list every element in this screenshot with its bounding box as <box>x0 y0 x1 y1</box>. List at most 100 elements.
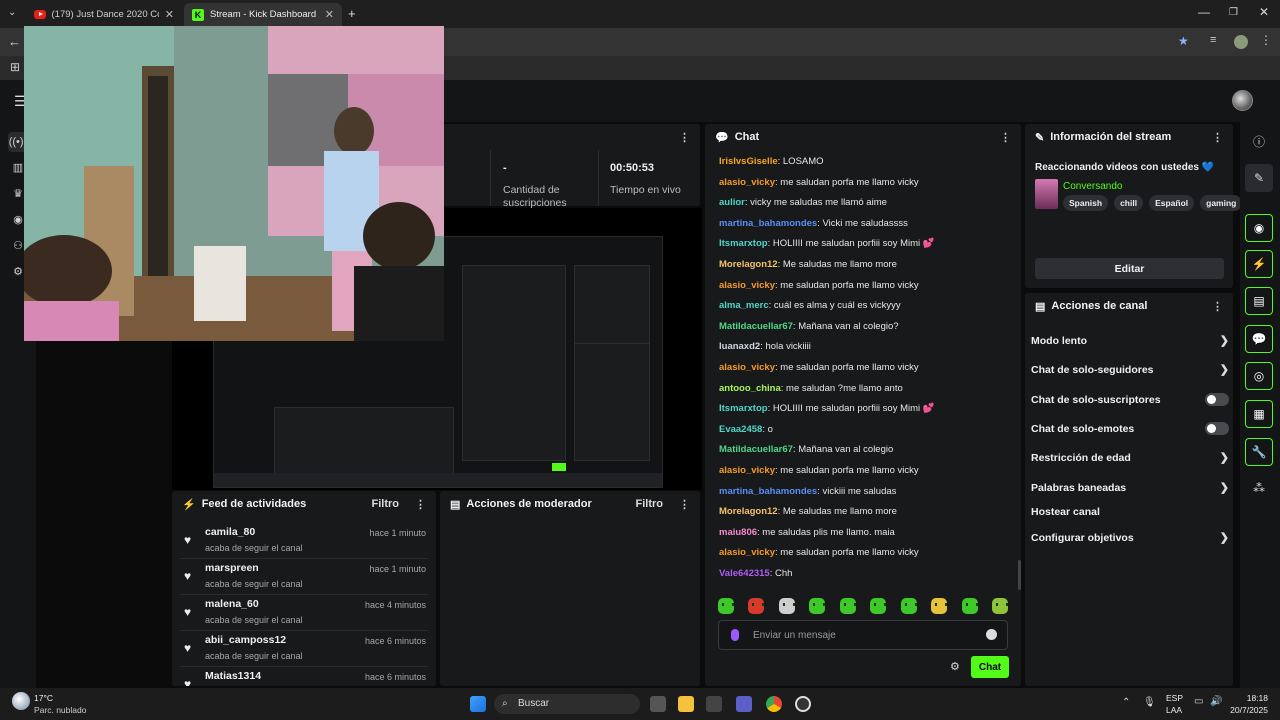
chat-username[interactable]: alma_merc <box>719 300 769 311</box>
subscribers-only-toggle[interactable] <box>1205 393 1229 406</box>
chat-username[interactable]: Matildacuellar67 <box>719 444 793 455</box>
emote-icon[interactable] <box>839 598 856 614</box>
feed-user[interactable]: abii_camposs12 <box>205 634 286 646</box>
emote-icon[interactable] <box>809 598 826 614</box>
layout-icon[interactable]: ▦ <box>1245 400 1273 428</box>
mic-icon[interactable] <box>731 629 739 641</box>
minimize-icon[interactable]: — <box>1198 5 1210 19</box>
feed-user[interactable]: camila_80 <box>205 526 255 538</box>
edit-button[interactable]: Editar <box>1035 258 1224 279</box>
feed-user[interactable]: malena_60 <box>205 598 259 610</box>
teams-icon[interactable] <box>736 696 752 712</box>
emote-icon[interactable] <box>991 598 1008 614</box>
info-icon[interactable]: ⓘ <box>1245 127 1273 155</box>
chat-username[interactable]: Morelagon12 <box>719 506 778 517</box>
tag[interactable]: Español <box>1149 195 1195 211</box>
emote-icon[interactable] <box>778 598 795 614</box>
slow-mode-row[interactable]: Modo lento ❯ <box>1031 334 1229 348</box>
camera-icon[interactable]: ◉ <box>1245 214 1273 242</box>
chat-scrollbar[interactable] <box>1018 560 1021 590</box>
tag[interactable]: gaming <box>1200 195 1243 211</box>
taskbar-search[interactable]: ⌕ Buscar <box>494 694 640 714</box>
store-icon[interactable] <box>706 696 722 712</box>
chat-username[interactable]: Evaa2458 <box>719 424 762 435</box>
chat-username[interactable]: alasio_vicky <box>719 547 775 558</box>
stats-menu-icon[interactable]: ⋮ <box>679 131 690 144</box>
close-tab-icon[interactable]: ✕ <box>325 8 334 21</box>
tag[interactable]: chill <box>1114 195 1144 211</box>
emote-icon[interactable] <box>718 598 734 614</box>
language[interactable]: ESP <box>1166 693 1183 703</box>
chat-username[interactable]: martina_bahamondes <box>719 486 817 497</box>
chat-username[interactable]: Morelagon12 <box>719 259 778 270</box>
new-tab-button[interactable]: + <box>348 6 356 21</box>
emoji-icon[interactable] <box>986 629 997 640</box>
file-explorer-icon[interactable] <box>678 696 694 712</box>
chat-username[interactable]: alasio_vicky <box>719 362 775 373</box>
media-controls-icon[interactable]: ≡ <box>1210 34 1216 46</box>
pencil-icon[interactable]: ✎ <box>1245 164 1273 192</box>
lightning-icon[interactable]: ⚡ <box>1245 250 1273 278</box>
chat-username[interactable]: IrisIvsGiselle <box>719 156 778 167</box>
moderator-menu-icon[interactable]: ⋮ <box>679 498 690 511</box>
chat-username[interactable]: alasio_vicky <box>719 465 775 476</box>
weather-temp[interactable]: 17°C <box>34 693 53 703</box>
followers-only-row[interactable]: Chat de solo-seguidores ❯ <box>1031 363 1229 377</box>
chat-settings-icon[interactable]: ⚙ <box>950 660 960 673</box>
chrome-icon[interactable] <box>766 696 782 712</box>
feed-filter-button[interactable]: Filtro <box>372 498 400 510</box>
chat-username[interactable]: Vale642315 <box>719 568 770 579</box>
wrench-icon[interactable]: 🔧 <box>1245 438 1273 466</box>
close-tab-icon[interactable]: ✕ <box>165 8 174 21</box>
chat-send-button[interactable]: Chat <box>971 656 1009 678</box>
host-channel-row[interactable]: Hostear canal <box>1031 506 1229 518</box>
back-arrow-icon[interactable]: ← <box>8 34 21 49</box>
chat-username[interactable]: alasio_vicky <box>719 280 775 291</box>
tag[interactable]: Spanish <box>1063 195 1109 211</box>
tray-chevron-icon[interactable]: ⌃ <box>1122 697 1130 708</box>
share-icon[interactable]: ⁂ <box>1245 474 1273 502</box>
feed-menu-icon[interactable]: ⋮ <box>415 498 426 511</box>
chat-input[interactable]: Enviar un mensaje <box>718 620 1008 650</box>
emotes-only-toggle[interactable] <box>1205 422 1229 435</box>
windows-start-icon[interactable] <box>470 696 486 712</box>
chat-username[interactable]: antooo_china <box>719 383 781 394</box>
emote-icon[interactable] <box>870 598 887 614</box>
chat-username[interactable]: alasio_vicky <box>719 177 775 188</box>
chat-username[interactable]: maiu806 <box>719 527 757 538</box>
clock-time[interactable]: 18:18 <box>1228 693 1268 703</box>
chat-username[interactable]: martina_bahamondes <box>719 218 817 229</box>
maximize-icon[interactable]: ❐ <box>1229 7 1238 18</box>
info-menu-icon[interactable]: ⋮ <box>1212 131 1223 144</box>
chat-username[interactable]: Itsmarxtop <box>719 238 768 249</box>
emote-icon[interactable] <box>931 598 948 614</box>
chat-username[interactable]: Matildacuellar67 <box>719 321 793 332</box>
close-window-icon[interactable]: ✕ <box>1259 5 1269 19</box>
profile-icon[interactable] <box>1234 35 1248 49</box>
banned-words-row[interactable]: Palabras baneadas ❯ <box>1031 481 1229 495</box>
emote-icon[interactable] <box>748 598 765 614</box>
tab-youtube[interactable]: (179) Just Dance 2020 Con Calma ✕ <box>26 3 182 26</box>
feed-user[interactable]: marspreen <box>205 562 259 574</box>
moderator-filter-button[interactable]: Filtro <box>636 498 664 510</box>
age-restriction-row[interactable]: Restricción de edad ❯ <box>1031 451 1229 465</box>
set-goals-row[interactable]: Configurar objetivos ❯ <box>1031 531 1229 545</box>
emote-icon[interactable] <box>900 598 917 614</box>
menu-dots-icon[interactable]: ⋮ <box>1260 33 1272 47</box>
avatar[interactable] <box>1232 90 1253 111</box>
channel-actions-menu-icon[interactable]: ⋮ <box>1212 300 1223 313</box>
emote-icon[interactable] <box>961 598 978 614</box>
chat-menu-icon[interactable]: ⋮ <box>1000 131 1011 144</box>
chat-username[interactable]: aulior <box>719 197 745 208</box>
chat-username[interactable]: luanaxd2 <box>719 341 760 352</box>
tab-list-chevron-icon[interactable]: ⌄ <box>8 7 16 18</box>
tab-kick-dashboard[interactable]: K Stream - Kick Dashboard ✕ <box>184 3 342 26</box>
task-view-icon[interactable] <box>650 696 666 712</box>
network-icon[interactable]: ▭ <box>1194 696 1203 707</box>
feed-user[interactable]: Matias1314 <box>205 670 261 682</box>
category-name[interactable]: Conversando <box>1063 181 1122 192</box>
obs-icon[interactable] <box>795 696 811 712</box>
bookmark-star-icon[interactable]: ★ <box>1178 34 1189 48</box>
chat-username[interactable]: Itsmarxtop <box>719 403 768 414</box>
broadcast-icon[interactable]: ◎ <box>1245 362 1273 390</box>
